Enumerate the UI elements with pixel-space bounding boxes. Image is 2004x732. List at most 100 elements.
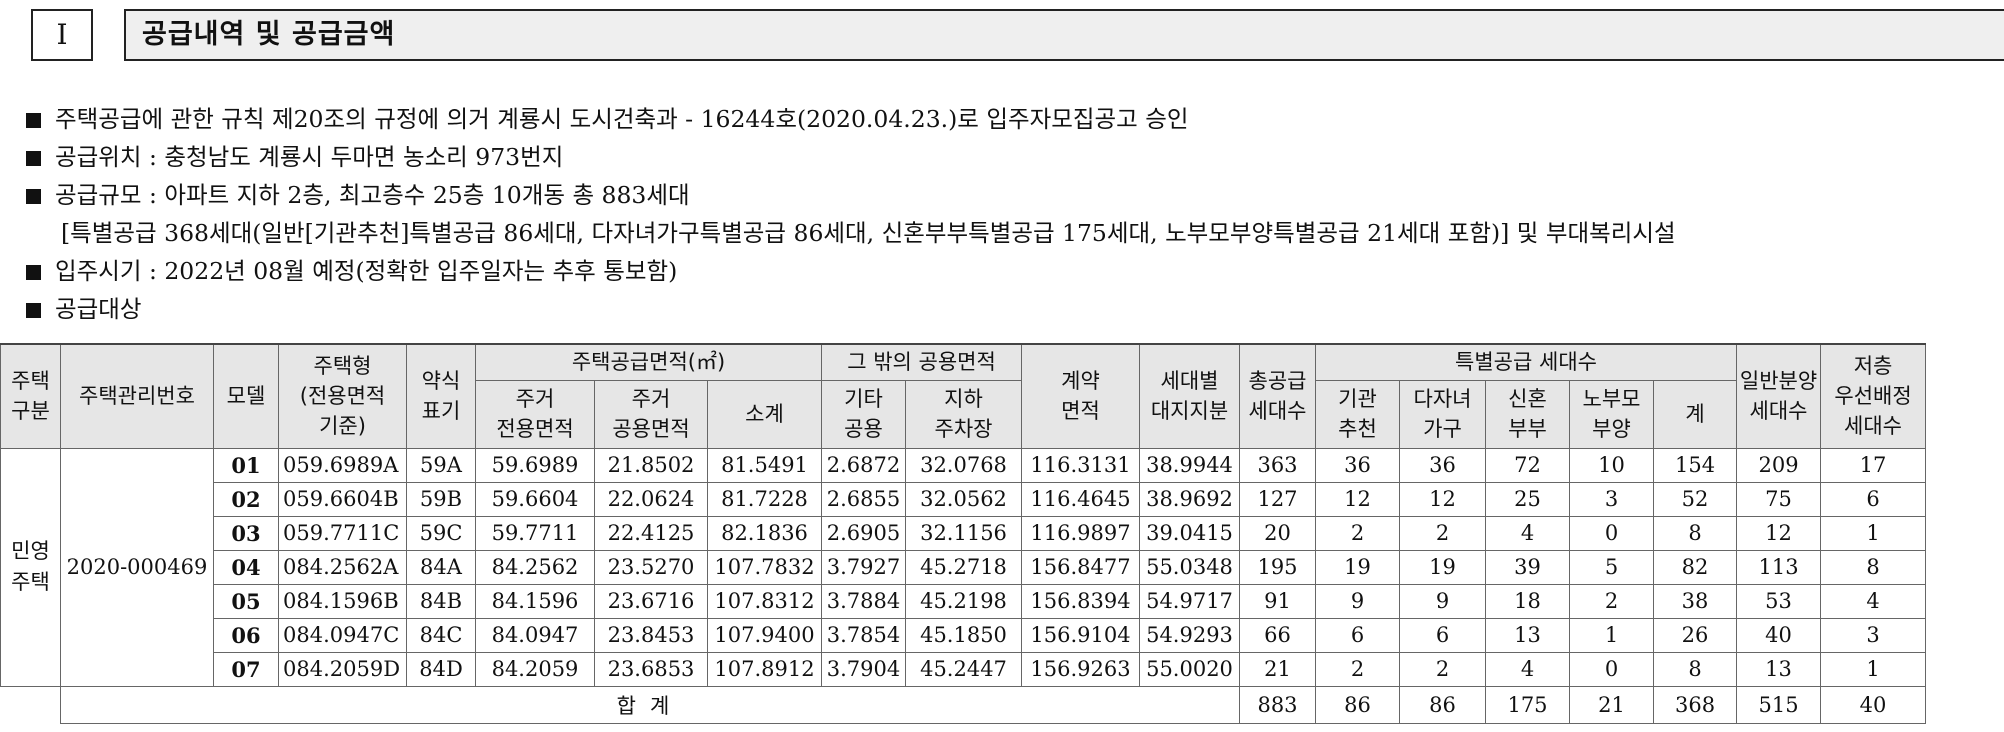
cell-etc-common: 3.7904 — [821, 651, 906, 687]
cell-general: 12 — [1736, 515, 1822, 551]
cell-type: 084.0947C — [278, 617, 407, 653]
mgmt-no-cell: 2020-000469 — [60, 447, 214, 687]
cell-etc-common: 2.6905 — [821, 515, 906, 551]
cell-etc-common: 3.7854 — [821, 617, 906, 653]
cell-multi: 9 — [1399, 583, 1486, 619]
cell-parking: 45.1850 — [905, 617, 1022, 653]
table-body: 민영 주택 2020-000469 01 059.6989A 59A 59.6989 21.… — [0, 447, 2004, 724]
col-abbr: 약식 표기 — [406, 343, 476, 449]
cell-multi: 2 — [1399, 651, 1486, 687]
cell-common: 23.8453 — [594, 617, 708, 653]
table-row: 민영 주택 2020-000469 01 059.6989A 59A 59.6989 21.… — [0, 447, 2004, 687]
cell-excl: 59.6989 — [475, 447, 595, 483]
cell-parking: 32.1156 — [905, 515, 1022, 551]
cell-contract-area: 116.9897 — [1021, 515, 1140, 551]
col-elderly: 노부모 부양 — [1569, 379, 1654, 449]
cell-newlywed: 13 — [1485, 617, 1570, 653]
cell-total-units: 363 — [1239, 447, 1316, 483]
cell-common: 22.0624 — [594, 481, 708, 517]
total-row: 합계 883 86 86 175 21 368 515 40 — [0, 685, 2004, 724]
square-bullet-icon — [26, 303, 41, 318]
cell-land-share: 39.0415 — [1139, 515, 1240, 551]
cell-inst: 6 — [1315, 617, 1400, 653]
col-housing-type: 주택 구분 — [0, 343, 61, 449]
cell-common: 22.4125 — [594, 515, 708, 551]
cell-common: 23.5270 — [594, 549, 708, 585]
cell-type: 059.6604B — [278, 481, 407, 517]
cell-land-share: 55.0020 — [1139, 651, 1240, 687]
table-row: 02 059.6604B 59B 59.6604 22.0624 81.7228 2.685… — [1, 481, 2004, 517]
col-contract-area: 계약 면적 — [1021, 343, 1140, 449]
cell-subtotal: 107.7832 — [707, 549, 822, 585]
cell-subtotal: 107.9400 — [707, 617, 822, 653]
cell-newlywed: 72 — [1485, 447, 1570, 483]
cell-multi: 19 — [1399, 549, 1486, 585]
cell-total-units: 21 — [1239, 651, 1316, 687]
col-special: 특별공급 세대수 — [1314, 343, 1738, 381]
cell-excl: 84.2059 — [475, 651, 595, 687]
bullet-special-detail: [특별공급 368세대(일반[기관추천]특별공급 86세대, 다자녀가구특별공급… — [61, 219, 1676, 247]
col-land-share: 세대별 대지지분 — [1139, 343, 1240, 449]
cell-abbr: 84D — [406, 651, 476, 687]
cell-elderly: 5 — [1569, 549, 1654, 585]
cell-contract-area: 116.3131 — [1021, 447, 1140, 483]
cell-multi: 36 — [1399, 447, 1486, 483]
cell-abbr: 59B — [406, 481, 476, 517]
cell-contract-area: 116.4645 — [1021, 481, 1140, 517]
cell-general: 53 — [1736, 583, 1822, 619]
total-cell: 86 — [1399, 685, 1486, 724]
cell-general: 40 — [1736, 617, 1822, 653]
section-header: I 공급내역 및 공급금액 — [31, 9, 2004, 61]
cell-etc-common: 2.6855 — [821, 481, 906, 517]
col-mgmt-no: 주택관리번호 — [60, 343, 214, 449]
total-cell: 368 — [1652, 685, 1738, 724]
col-other-common: 그 밖의 공용면적 — [821, 343, 1022, 381]
cell-newlywed: 4 — [1485, 515, 1570, 551]
cell-land-share: 54.9717 — [1139, 583, 1240, 619]
cell-subtotal: 107.8312 — [707, 583, 822, 619]
cell-common: 23.6853 — [594, 651, 708, 687]
cell-inst: 9 — [1315, 583, 1400, 619]
cell-sum: 82 — [1652, 549, 1738, 585]
cell-type: 084.2059D — [278, 651, 407, 687]
cell-elderly: 0 — [1569, 515, 1654, 551]
cell-contract-area: 156.8477 — [1021, 549, 1140, 585]
square-bullet-icon — [26, 265, 41, 280]
col-supply-area: 주택공급면적(㎡) — [475, 343, 822, 381]
section-number: I — [31, 9, 93, 61]
cell-type: 059.6989A — [278, 447, 407, 483]
col-etc-common: 기타 공용 — [821, 379, 906, 449]
col-inst: 기관 추천 — [1315, 379, 1400, 449]
col-subtotal: 소계 — [707, 379, 822, 449]
cell-newlywed: 39 — [1485, 549, 1570, 585]
housing-type-cell: 민영 주택 — [0, 447, 61, 687]
cell-abbr: 84C — [406, 617, 476, 653]
cell-elderly: 2 — [1569, 583, 1654, 619]
cell-general: 75 — [1736, 481, 1822, 517]
col-newlywed: 신혼 부부 — [1485, 379, 1570, 449]
total-cell: 883 — [1239, 685, 1316, 724]
cell-etc-common: 3.7927 — [821, 549, 906, 585]
col-multi: 다자녀 가구 — [1399, 379, 1486, 449]
cell-type: 059.7711C — [278, 515, 407, 551]
cell-abbr: 84B — [406, 583, 476, 619]
col-model: 모델 — [213, 343, 279, 449]
cell-newlywed: 4 — [1485, 651, 1570, 687]
cell-excl: 84.2562 — [475, 549, 595, 585]
total-cell: 175 — [1485, 685, 1570, 724]
cell-sum: 154 — [1652, 447, 1738, 483]
cell-elderly: 10 — [1569, 447, 1654, 483]
cell-model: 07 — [213, 651, 279, 687]
col-excl: 주거 전용면적 — [475, 379, 595, 449]
total-cell: 21 — [1569, 685, 1654, 724]
cell-excl: 84.0947 — [475, 617, 595, 653]
cell-type: 084.1596B — [278, 583, 407, 619]
cell-lowfloor: 1 — [1820, 651, 1927, 687]
table-row: 07 084.2059D 84D 84.2059 23.6853 107.8912 3.79… — [1, 651, 2004, 687]
table-row: 06 084.0947C 84C 84.0947 23.8453 107.9400 3.78… — [1, 617, 2004, 653]
cell-sum: 8 — [1652, 651, 1738, 687]
cell-parking: 45.2447 — [905, 651, 1022, 687]
square-bullet-icon — [26, 151, 41, 166]
cell-excl: 59.6604 — [475, 481, 595, 517]
cell-abbr: 84A — [406, 549, 476, 585]
